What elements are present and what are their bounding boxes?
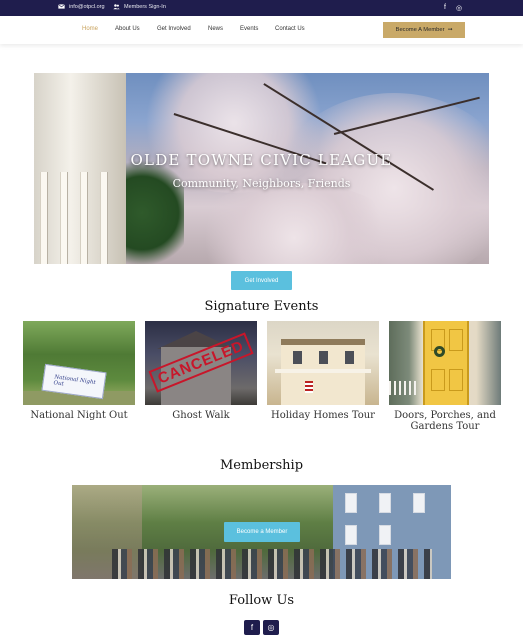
crowd bbox=[112, 549, 432, 579]
window bbox=[293, 351, 302, 364]
event-photo[interactable]: National Night Out bbox=[23, 321, 135, 405]
facebook-icon[interactable]: f bbox=[441, 3, 449, 12]
top-bar: info@otpcl.org Members Sign-In f ◎ bbox=[0, 0, 523, 16]
members-signin-link[interactable]: Members Sign-In bbox=[113, 3, 166, 10]
event-title[interactable]: National Night Out bbox=[23, 410, 135, 421]
signature-events-heading: Signature Events bbox=[204, 299, 319, 314]
window bbox=[345, 493, 357, 513]
door-panel bbox=[449, 329, 463, 351]
instagram-icon[interactable]: ◎ bbox=[455, 3, 463, 12]
instagram-icon[interactable]: ◎ bbox=[263, 620, 279, 635]
facebook-icon[interactable]: f bbox=[244, 620, 260, 635]
window bbox=[345, 351, 354, 364]
door-panel bbox=[431, 369, 445, 391]
porch bbox=[275, 369, 371, 373]
hero-title: OLDE TOWNE CIVIC LEAGUE bbox=[130, 151, 393, 169]
nav-contact-us[interactable]: Contact Us bbox=[275, 26, 305, 32]
hero-subtitle: Community, Neighbors, Friends bbox=[172, 177, 351, 190]
users-icon bbox=[113, 4, 120, 10]
window bbox=[379, 493, 391, 513]
event-photo[interactable] bbox=[389, 321, 501, 405]
event-photo[interactable] bbox=[267, 321, 379, 405]
window bbox=[345, 525, 357, 545]
porch-railing bbox=[389, 381, 419, 395]
wreath bbox=[434, 346, 445, 357]
yellow-door bbox=[423, 321, 469, 405]
event-card-holiday-homes-tour[interactable]: Holiday Homes Tour bbox=[267, 321, 379, 421]
become-a-member-button[interactable]: Become a Member bbox=[224, 522, 300, 542]
event-title[interactable]: Doors, Porches, and Gardens Tour bbox=[389, 410, 501, 432]
door-panel bbox=[449, 369, 463, 391]
event-photo[interactable]: CANCELED bbox=[145, 321, 257, 405]
hero-banner: OLDE TOWNE CIVIC LEAGUE Community, Neigh… bbox=[34, 73, 489, 264]
follow-us-heading: Follow Us bbox=[228, 593, 295, 608]
window bbox=[413, 493, 425, 513]
arrow-right-icon: ➞ bbox=[447, 27, 453, 33]
flag bbox=[305, 381, 313, 393]
become-member-nav-button[interactable]: Become A Member ➞ bbox=[383, 22, 465, 38]
event-card-national-night-out[interactable]: National Night Out National Night Out bbox=[23, 321, 135, 421]
envelope-icon bbox=[58, 4, 65, 9]
event-title[interactable]: Holiday Homes Tour bbox=[267, 410, 379, 421]
members-signin-text: Members Sign-In bbox=[124, 3, 166, 10]
window bbox=[379, 525, 391, 545]
cta-label: Become A Member bbox=[395, 27, 445, 33]
nav-events[interactable]: Events bbox=[240, 26, 258, 32]
membership-heading: Membership bbox=[219, 458, 304, 473]
email-text: info@otpcl.org bbox=[69, 3, 105, 10]
event-card-doors-porches-gardens[interactable]: Doors, Porches, and Gardens Tour bbox=[389, 321, 501, 432]
nav-about-us[interactable]: About Us bbox=[115, 26, 140, 32]
get-involved-button[interactable]: Get Involved bbox=[231, 271, 292, 290]
event-card-ghost-walk[interactable]: CANCELED Ghost Walk bbox=[145, 321, 257, 421]
nav-home[interactable]: Home bbox=[82, 26, 98, 32]
email-link[interactable]: info@otpcl.org bbox=[58, 3, 105, 10]
event-title[interactable]: Ghost Walk bbox=[145, 410, 257, 421]
nav-get-involved[interactable]: Get Involved bbox=[157, 26, 191, 32]
window bbox=[319, 351, 328, 364]
banner-text: National Night Out bbox=[53, 374, 96, 388]
nav-news[interactable]: News bbox=[208, 26, 223, 32]
